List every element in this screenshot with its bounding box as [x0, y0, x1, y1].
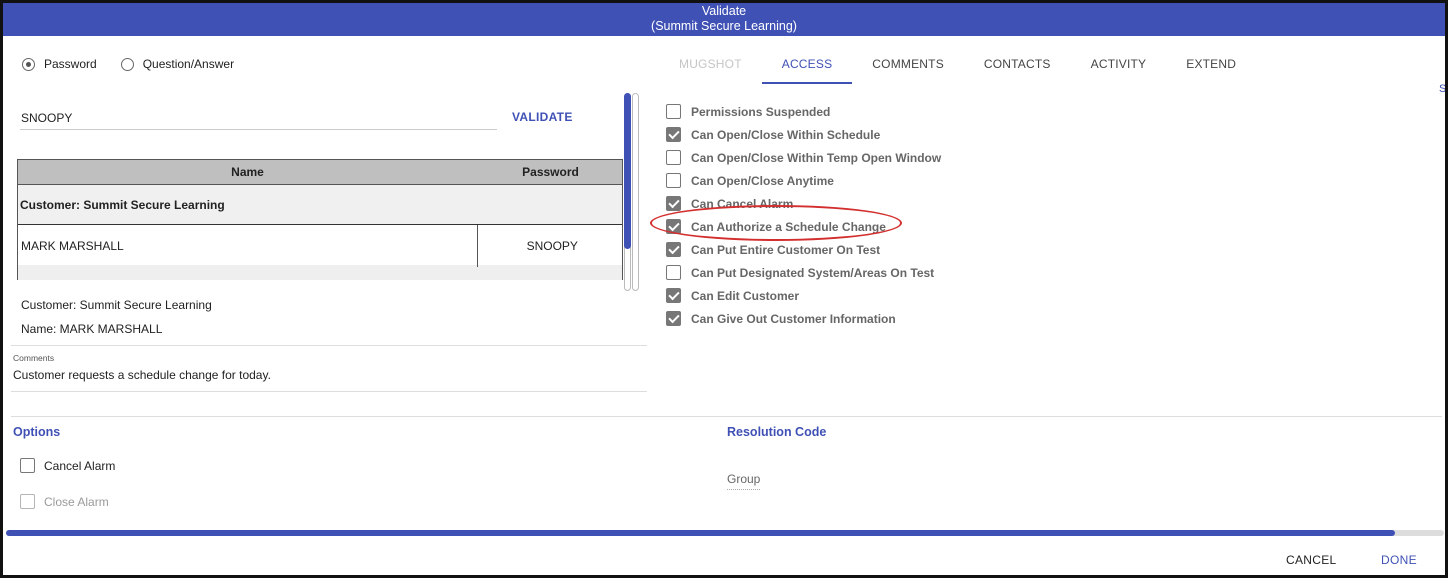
resolution-code-title: Resolution Code	[727, 425, 827, 439]
permission-item[interactable]: Can Authorize a Schedule Change	[666, 215, 941, 238]
tab-extend[interactable]: EXTEND	[1166, 47, 1256, 84]
checkbox-checked-icon[interactable]	[666, 196, 681, 211]
checkbox-checked-icon[interactable]	[666, 127, 681, 142]
checkbox-icon[interactable]	[666, 104, 681, 119]
divider	[11, 391, 647, 392]
permission-item[interactable]: Can Open/Close Within Temp Open Window	[666, 146, 941, 169]
tab-mugshot[interactable]: MUGSHOT	[659, 47, 762, 84]
panel-scrollbar-track[interactable]	[632, 93, 639, 291]
tab-activity[interactable]: ACTIVITY	[1071, 47, 1167, 84]
validate-dialog: Validate (Summit Secure Learning) Passwo…	[0, 0, 1448, 578]
tab-comments[interactable]: COMMENTS	[852, 47, 964, 84]
question-answer-radio[interactable]	[120, 57, 134, 71]
progress-fill	[6, 530, 1395, 536]
tab-contacts[interactable]: CONTACTS	[964, 47, 1071, 84]
contact-name-cell[interactable]: MARK MARSHALL	[18, 225, 477, 267]
permission-label: Can Cancel Alarm	[691, 196, 794, 211]
table-row[interactable]: MARK MARSHALL SNOOPY	[18, 224, 622, 267]
comments-label: Comments	[13, 353, 55, 363]
permission-label: Can Put Designated System/Areas On Test	[691, 265, 935, 280]
tab-access[interactable]: ACCESS	[761, 47, 853, 84]
close-alarm-label: Close Alarm	[44, 494, 109, 509]
table-scrollbar-thumb[interactable]	[624, 93, 631, 249]
permission-item[interactable]: Can Cancel Alarm	[666, 192, 941, 215]
detail-tabs: MUGSHOT ACCESS COMMENTS CONTACTS ACTIVIT…	[659, 47, 1256, 84]
permission-label: Can Open/Close Anytime	[691, 173, 834, 188]
password-input[interactable]	[20, 107, 497, 130]
selected-name-info: Name: MARK MARSHALL	[21, 322, 163, 336]
permission-label: Can Open/Close Within Schedule	[691, 127, 881, 142]
password-radio-label[interactable]: Password	[44, 57, 97, 71]
contacts-table-container: Name Password Customer: Summit Secure Le…	[17, 159, 623, 280]
dialog-subtitle: (Summit Secure Learning)	[651, 19, 797, 33]
permission-item[interactable]: Can Give Out Customer Information	[666, 307, 941, 330]
permission-item[interactable]: Can Put Designated System/Areas On Test	[666, 261, 941, 284]
selected-customer-info: Customer: Summit Secure Learning	[21, 298, 212, 312]
customer-group-label: Customer: Summit Secure Learning	[18, 184, 622, 225]
validate-button[interactable]: VALIDATE	[512, 110, 573, 124]
checkbox-icon	[20, 494, 35, 509]
permission-label: Can Authorize a Schedule Change	[691, 219, 886, 234]
permission-label: Can Open/Close Within Temp Open Window	[691, 150, 942, 165]
permission-item[interactable]: Can Open/Close Within Schedule	[666, 123, 941, 146]
permission-label: Can Put Entire Customer On Test	[691, 242, 881, 257]
permission-item[interactable]: Can Put Entire Customer On Test	[666, 238, 941, 261]
question-answer-radio-label[interactable]: Question/Answer	[143, 57, 234, 71]
contact-password-cell[interactable]: SNOOPY	[476, 224, 622, 267]
divider	[11, 345, 647, 346]
dialog-title-bar: Validate (Summit Secure Learning)	[3, 3, 1445, 36]
checkbox-icon[interactable]	[666, 150, 681, 165]
divider	[11, 416, 1442, 417]
table-header-row: Name Password	[18, 159, 622, 185]
permission-item[interactable]: Can Open/Close Anytime	[666, 169, 941, 192]
checkbox-icon[interactable]	[666, 265, 681, 280]
close-alarm-option: Close Alarm	[20, 494, 109, 509]
permission-label: Can Edit Customer	[691, 288, 800, 303]
cancel-button[interactable]: CANCEL	[1286, 553, 1336, 567]
checkbox-checked-icon[interactable]	[666, 288, 681, 303]
done-button[interactable]: DONE	[1381, 553, 1417, 567]
table-group-row: Customer: Summit Secure Learning	[18, 184, 622, 225]
permission-label: Can Give Out Customer Information	[691, 311, 896, 326]
comments-field[interactable]: Customer requests a schedule change for …	[13, 368, 271, 382]
permissions-list: Permissions Suspended Can Open/Close Wit…	[666, 100, 941, 330]
cancel-alarm-label: Cancel Alarm	[44, 458, 116, 473]
checkbox-checked-icon[interactable]	[666, 242, 681, 257]
checkbox-checked-icon[interactable]	[666, 219, 681, 234]
permission-item[interactable]: Permissions Suspended	[666, 100, 941, 123]
auth-mode-group: Password Question/Answer	[22, 57, 258, 71]
cancel-alarm-option[interactable]: Cancel Alarm	[20, 458, 115, 473]
checkbox-checked-icon[interactable]	[666, 311, 681, 326]
permission-item[interactable]: Can Edit Customer	[666, 284, 941, 307]
dialog-title: Validate	[701, 4, 747, 18]
contacts-table: Name Password Customer: Summit Secure Le…	[18, 159, 622, 267]
password-radio[interactable]	[22, 57, 35, 71]
name-column-header[interactable]: Name	[18, 159, 477, 185]
options-title: Options	[13, 425, 61, 439]
permission-label: Permissions Suspended	[691, 104, 831, 119]
password-column-header[interactable]: Password	[477, 159, 622, 185]
checkbox-icon[interactable]	[20, 458, 35, 473]
group-select[interactable]: Group	[727, 472, 761, 490]
checkbox-icon[interactable]	[666, 173, 681, 188]
clipped-link[interactable]: S	[1439, 83, 1445, 95]
